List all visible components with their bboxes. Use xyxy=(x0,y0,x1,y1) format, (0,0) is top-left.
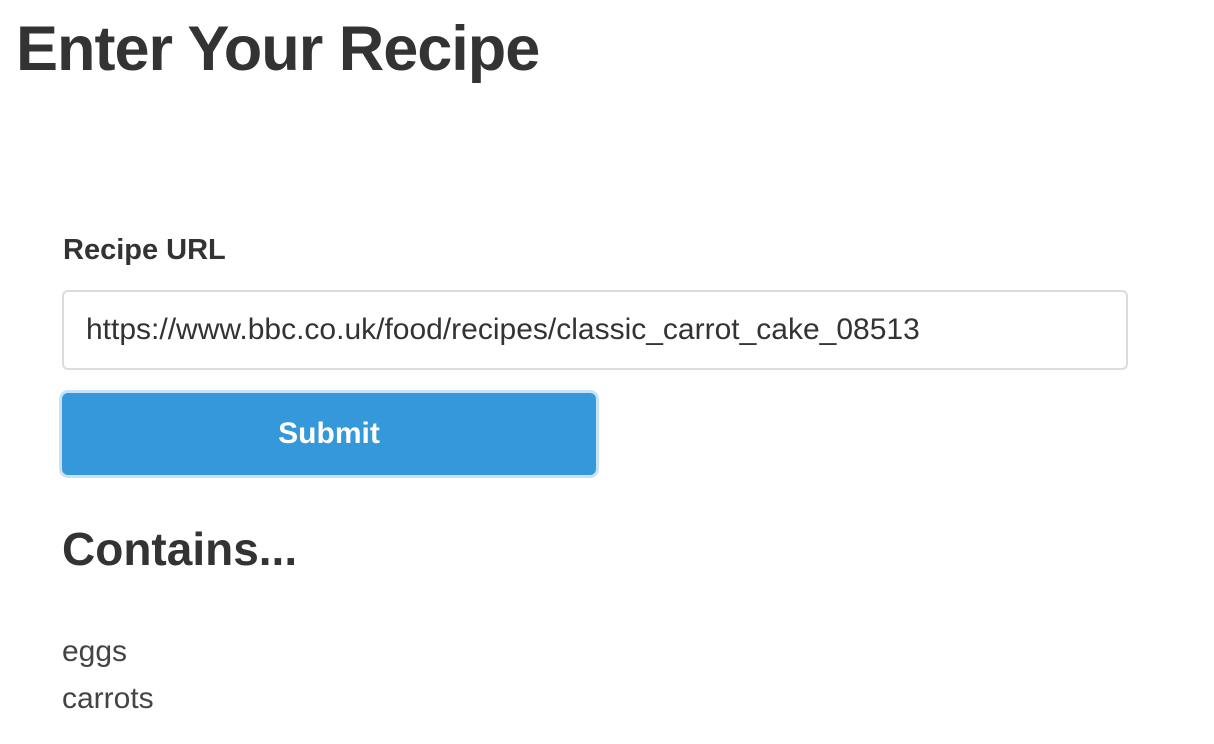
page-title: Enter Your Recipe xyxy=(16,14,540,84)
ingredient-item: eggs xyxy=(62,635,128,668)
ingredient-item: carrots xyxy=(62,682,154,715)
recipe-page: Enter Your Recipe Recipe URL Submit Cont… xyxy=(0,0,1214,744)
recipe-form: Recipe URL Submit xyxy=(62,230,1128,475)
recipe-url-input[interactable] xyxy=(62,290,1128,370)
submit-button[interactable]: Submit xyxy=(62,393,596,475)
contains-heading: Contains... xyxy=(62,523,298,575)
recipe-url-label: Recipe URL xyxy=(63,234,226,266)
ingredients-list: eggs carrots xyxy=(62,628,154,722)
